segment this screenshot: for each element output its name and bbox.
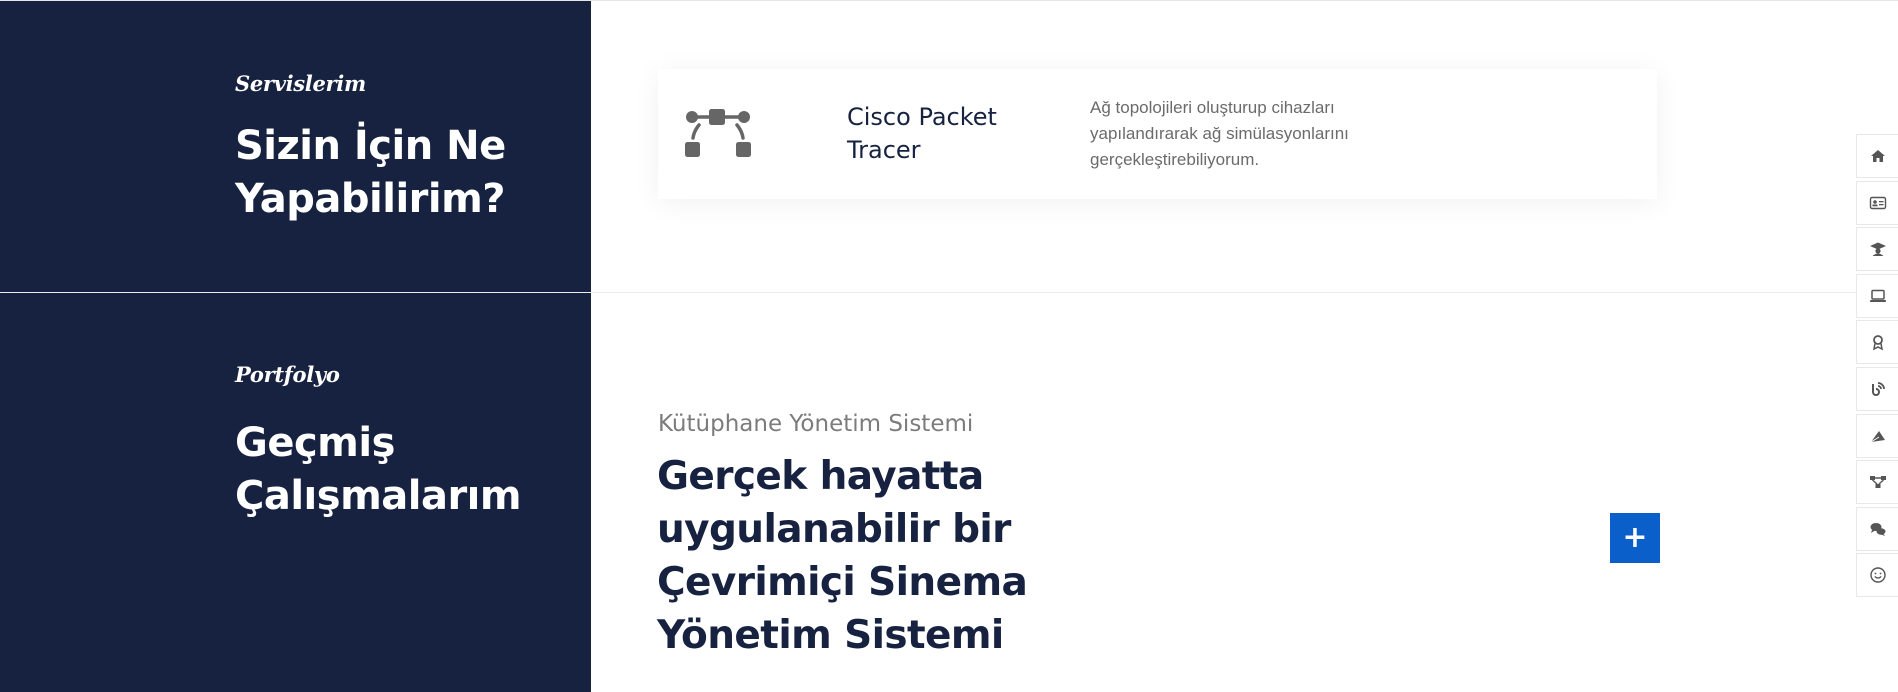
services-left-panel: Servislerim Sizin İçin Ne Yapabilirim? [0,1,591,292]
services-title-line-1: Sizin İçin Ne [235,123,506,169]
nav-contact-button[interactable] [1856,413,1898,458]
portfolio-heading-block: Portfolyo Geçmiş Çalışmalarım [235,362,522,523]
blog-icon [1871,382,1885,396]
id-card-icon [1869,196,1886,209]
award-icon [1872,335,1883,351]
portfolio-title-line-1: Geçmiş [235,420,395,466]
portfolio-eyebrow: Portfolyo [235,362,340,387]
network-icon [1869,476,1886,489]
portfolio-title: Geçmiş Çalışmalarım [235,417,522,523]
portfolio-expand-button[interactable]: + [1610,513,1660,563]
comments-icon [1870,522,1885,536]
services-heading-block: Servislerim Sizin İçin Ne Yapabilirim? [235,71,506,226]
side-nav [1856,134,1898,600]
nav-education-button[interactable] [1856,227,1898,272]
service-card[interactable]: Cisco Packet Tracer Ağ topolojileri oluş… [658,69,1657,199]
nav-blog-button[interactable] [1856,366,1898,411]
laptop-icon [1869,289,1886,302]
services-section: Servislerim Sizin İçin Ne Yapabilirim? C… [0,0,1898,292]
nav-projects-button[interactable] [1856,273,1898,318]
nav-about-me-button[interactable] [1856,553,1898,598]
nav-skills-button[interactable] [1856,460,1898,505]
service-card-description: Ağ topolojileri oluşturup cihazları yapı… [1090,98,1349,169]
page: Servislerim Sizin İçin Ne Yapabilirim? C… [0,0,1898,692]
portfolio-left-panel: Portfolyo Geçmiş Çalışmalarım [0,293,591,692]
portfolio-item-subtitle: Kütüphane Yönetim Sistemi [658,411,974,437]
services-title-line-2: Yapabilirim? [235,176,505,222]
smile-icon [1869,567,1886,584]
home-icon [1870,150,1885,162]
graduation-cap-icon [1869,242,1886,257]
portfolio-item-heading: Gerçek hayatta uygulanabilir bir Çevrimi… [657,454,1028,658]
service-card-title: Cisco Packet Tracer [847,103,997,164]
network-topology-icon [683,106,753,162]
nav-about-button[interactable] [1856,180,1898,225]
nav-home-button[interactable] [1856,134,1898,178]
services-title: Sizin İçin Ne Yapabilirim? [235,120,506,226]
paper-plane-icon [1870,430,1885,442]
portfolio-section: Portfolyo Geçmiş Çalışmalarım Kütüphane … [0,292,1898,692]
services-eyebrow: Servislerim [235,71,366,96]
nav-testimonials-button[interactable] [1856,506,1898,551]
nav-certificates-button[interactable] [1856,320,1898,365]
portfolio-title-line-2: Çalışmalarım [235,473,522,519]
